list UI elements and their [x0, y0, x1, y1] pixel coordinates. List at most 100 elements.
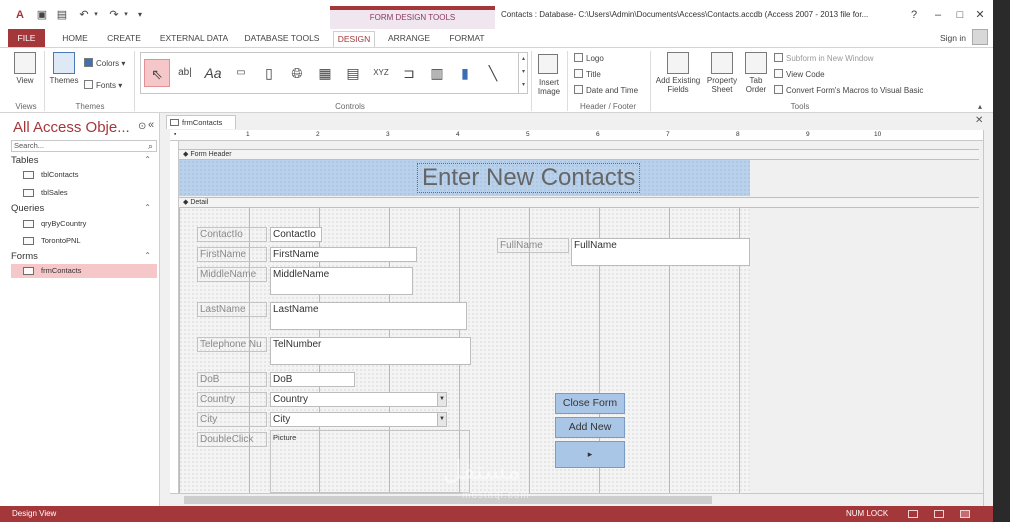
form-title-label[interactable]: Enter New Contacts [417, 163, 641, 193]
nav-pane-title[interactable]: All Access Obje... [13, 119, 130, 136]
save-icon[interactable]: ▣ [36, 9, 48, 21]
tab-order-button[interactable]: Tab Order [742, 52, 770, 94]
property-sheet-button[interactable]: Property Sheet [704, 52, 740, 94]
nav-item-qrybycountry[interactable]: qryByCountry [11, 217, 157, 231]
form-header-section-bar[interactable]: ◆ Form Header [179, 149, 979, 160]
tab-home[interactable]: HOME [58, 31, 92, 47]
contactid-field[interactable]: ContactIo [270, 227, 322, 242]
help-button[interactable]: ? [906, 7, 922, 23]
tab-external-data[interactable]: EXTERNAL DATA [156, 31, 232, 47]
tab-arrange[interactable]: ARRANGE [384, 31, 434, 47]
layout-view-switch-icon[interactable] [934, 510, 944, 518]
tab-file[interactable]: FILE [8, 29, 45, 47]
firstname-label[interactable]: FirstName [197, 247, 267, 262]
nav-search-input[interactable]: Search... ⌕ [11, 140, 157, 152]
title-button[interactable]: Title [574, 69, 601, 79]
collapse-ribbon-icon[interactable]: ▴ [978, 102, 982, 111]
country-label[interactable]: Country [197, 392, 267, 407]
tab-database-tools[interactable]: DATABASE TOOLS [240, 31, 324, 47]
fonts-button[interactable]: Fonts ▾ [84, 80, 122, 90]
page-break-control-icon[interactable]: ⊐ [396, 59, 422, 87]
nav-item-tblsales[interactable]: tblSales [11, 186, 157, 200]
chart-control-icon[interactable]: ▮ [452, 59, 478, 87]
redo-dropdown-icon[interactable]: ▾ [120, 9, 132, 21]
controls-scroll[interactable]: ▴ ▾ ▾ [518, 53, 528, 93]
line-control-icon[interactable]: ╲ [480, 59, 506, 87]
hyperlink-control-icon[interactable]: 🌐︎ [284, 59, 310, 87]
subform-new-window-button[interactable]: Subform in New Window [774, 53, 874, 63]
city-label[interactable]: City [197, 412, 267, 427]
country-combobox[interactable]: Country ▼ [270, 392, 447, 407]
undo-dropdown-icon[interactable]: ▾ [90, 9, 102, 21]
nav-section-tables[interactable]: Tables ⌃ [11, 155, 157, 168]
themes-button[interactable]: Themes [48, 52, 80, 85]
nav-item-frmcontacts[interactable]: frmContacts [11, 264, 157, 278]
ruler-corner[interactable]: ▪ [174, 131, 176, 138]
horizontal-scrollbar[interactable] [170, 493, 983, 506]
nav-item-tblcontacts[interactable]: tblContacts [11, 168, 157, 182]
detail-section-bar[interactable]: ◆ Detail [179, 197, 979, 208]
add-existing-fields-button[interactable]: Add Existing Fields [654, 52, 702, 94]
close-document-icon[interactable]: ✕ [975, 115, 983, 126]
textbox-control-icon[interactable]: ab| [172, 59, 198, 87]
option-group-control-icon[interactable]: XYZ [368, 59, 394, 87]
label-control-icon[interactable]: Aa [200, 59, 226, 87]
nav-section-forms[interactable]: Forms ⌃ [11, 251, 157, 264]
add-new-button[interactable]: Add New [555, 417, 625, 438]
tab-design[interactable]: DESIGN [333, 31, 375, 47]
horizontal-scroll-thumb[interactable] [184, 496, 712, 504]
combo-box-control-icon[interactable]: ▥ [424, 59, 450, 87]
nav-collapse-icon[interactable]: « [148, 119, 154, 131]
close-window-button[interactable]: ✕ [972, 7, 988, 23]
fullname-field[interactable]: FullName [571, 238, 750, 266]
nav-menu-chevron-icon[interactable]: ⊙ [138, 121, 146, 132]
city-combobox[interactable]: City ▼ [270, 412, 447, 427]
nav-section-queries[interactable]: Queries ⌃ [11, 203, 157, 216]
minimize-button[interactable]: – [930, 7, 946, 23]
insert-image-icon[interactable] [538, 54, 558, 74]
button-control-icon[interactable]: ▭ [228, 59, 254, 87]
logo-button[interactable]: Logo [574, 53, 604, 63]
dob-label[interactable]: DoB [197, 372, 267, 387]
dropdown-arrow-icon[interactable]: ▼ [437, 393, 446, 406]
tab-control-icon[interactable]: ▯ [256, 59, 282, 87]
form-view-switch-icon[interactable] [908, 510, 918, 518]
convert-macros-button[interactable]: Convert Form's Macros to Visual Basic [774, 85, 923, 95]
close-form-button[interactable]: Close Form [555, 393, 625, 414]
redo-icon[interactable]: ↷ [108, 9, 120, 21]
form-view-icon[interactable]: ▤ [56, 9, 68, 21]
insert-image-button[interactable]: Insert Image [534, 78, 564, 96]
telephone-field[interactable]: TelNumber [270, 337, 471, 365]
vertical-scrollbar[interactable] [983, 130, 993, 506]
customize-toolbar-icon[interactable]: ▾ [134, 9, 146, 21]
avatar[interactable] [972, 29, 988, 45]
firstname-field[interactable]: FirstName [270, 247, 417, 262]
next-record-button[interactable]: ▸ [555, 441, 625, 468]
tab-create[interactable]: CREATE [103, 31, 145, 47]
nav-item-torontopnl[interactable]: TorontoPNL [11, 234, 157, 248]
fullname-label[interactable]: FullName [497, 238, 569, 253]
web-browser-control-icon[interactable]: ▦ [312, 59, 338, 87]
picture-label[interactable]: DoubleClick [197, 432, 267, 447]
design-view-switch-icon[interactable] [960, 510, 970, 518]
navigation-control-icon[interactable]: ▤ [340, 59, 366, 87]
view-button[interactable]: View [10, 52, 40, 85]
picture-attachment-field[interactable]: Picture [270, 430, 470, 493]
restore-button[interactable]: □ [952, 7, 968, 23]
middlename-label[interactable]: MiddleName [197, 267, 267, 282]
undo-icon[interactable]: ↶ [78, 9, 90, 21]
select-pointer-icon[interactable]: ⇖ [144, 59, 170, 87]
contactid-label[interactable]: ContactIo [197, 227, 267, 242]
middlename-field[interactable]: MiddleName [270, 267, 413, 295]
date-time-button[interactable]: Date and Time [574, 85, 638, 95]
dropdown-arrow-icon[interactable]: ▼ [437, 413, 446, 426]
view-code-button[interactable]: View Code [774, 69, 825, 79]
lastname-label[interactable]: LastName [197, 302, 267, 317]
lastname-field[interactable]: LastName [270, 302, 467, 330]
colors-button[interactable]: Colors ▾ [84, 58, 125, 68]
dob-field[interactable]: DoB [270, 372, 355, 387]
tab-format[interactable]: FORMAT [442, 31, 492, 47]
sign-in-link[interactable]: Sign in [940, 33, 966, 43]
document-tab-frmcontacts[interactable]: frmContacts [166, 115, 236, 129]
telephone-label[interactable]: Telephone Nu [197, 337, 267, 352]
